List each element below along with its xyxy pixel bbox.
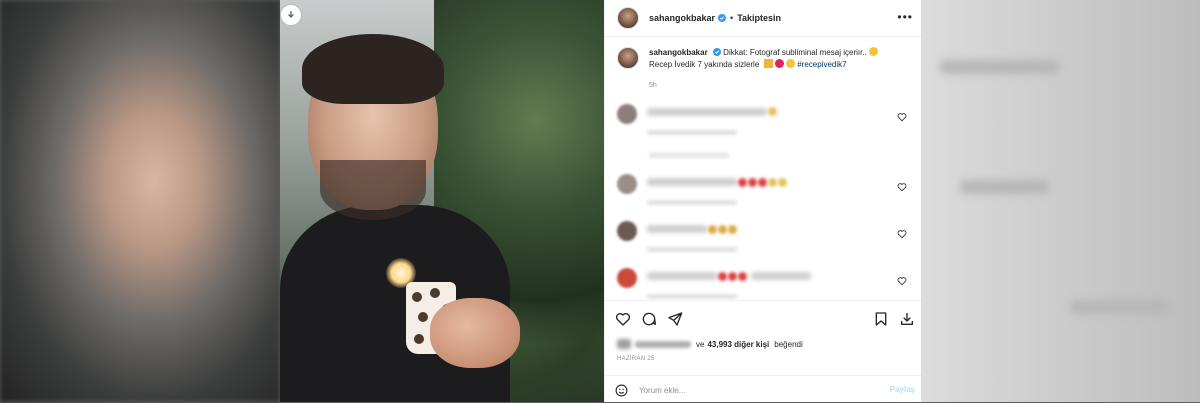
emoji [869, 47, 879, 56]
caption-body: Dikkat: Fotograf subliminal mesaj içeriı… [723, 48, 867, 57]
comment-item [617, 104, 913, 135]
separator-dot: • [730, 13, 734, 23]
post-sidebar: sahangokbakar • Takiptesin ••• sahangokb… [604, 0, 921, 402]
avatar[interactable] [617, 7, 639, 29]
post-photo[interactable] [280, 0, 604, 402]
verified-badge-icon [718, 14, 727, 22]
emoji [763, 59, 773, 68]
post-header: sahangokbakar • Takiptesin ••• [605, 0, 921, 37]
comment-item [617, 174, 913, 205]
add-comment-bar: Paylaş [605, 375, 921, 403]
action-bar [605, 300, 921, 326]
blurred-background-right [920, 0, 1200, 402]
comment-icon[interactable] [641, 311, 657, 327]
paper-plane-icon[interactable] [667, 311, 683, 327]
liker-name [635, 340, 691, 348]
more-options-icon[interactable]: ••• [897, 11, 913, 23]
post-time: 5h [649, 82, 657, 89]
caption-line2: Recep İvedik 7 yakında sizlerle [649, 60, 760, 69]
emoji [774, 59, 784, 68]
avatar[interactable] [617, 47, 639, 69]
emoji [785, 59, 795, 68]
likes-prefix: ve [696, 339, 705, 349]
smiley-icon[interactable] [615, 384, 628, 397]
download-icon[interactable] [280, 4, 302, 26]
heart-icon[interactable] [897, 276, 907, 286]
likes-summary[interactable]: ve 43,993 diğer kişi beğendi [617, 339, 803, 349]
heart-icon[interactable] [897, 229, 907, 239]
view-replies[interactable] [649, 153, 729, 158]
heart-icon[interactable] [897, 112, 907, 122]
caption-text: sahangokbakar Dikkat: Fotograf sublimina… [649, 47, 879, 71]
hashtag-link[interactable]: #recepivedik7 [797, 60, 846, 69]
download-icon[interactable] [899, 311, 915, 327]
bookmark-icon[interactable] [873, 311, 889, 327]
likes-suffix: beğendi [774, 339, 803, 349]
comment-item [617, 268, 913, 299]
follow-status-button[interactable]: Takiptesin [737, 13, 781, 23]
caption-username[interactable]: sahangokbakar [649, 48, 708, 57]
likes-count[interactable]: 43,993 diğer kişi [707, 340, 769, 349]
heart-icon[interactable] [897, 182, 907, 192]
verified-badge-icon [712, 48, 721, 56]
comment-item [617, 221, 913, 252]
post-date: HAZİRAN 25 [617, 356, 655, 362]
comment-input[interactable] [639, 382, 879, 398]
caption: sahangokbakar Dikkat: Fotograf sublimina… [617, 47, 913, 71]
username-link[interactable]: sahangokbakar [649, 13, 715, 23]
blurred-background-left [0, 0, 280, 402]
avatar [617, 339, 631, 349]
heart-icon[interactable] [615, 311, 631, 327]
post-button[interactable]: Paylaş [890, 385, 915, 394]
